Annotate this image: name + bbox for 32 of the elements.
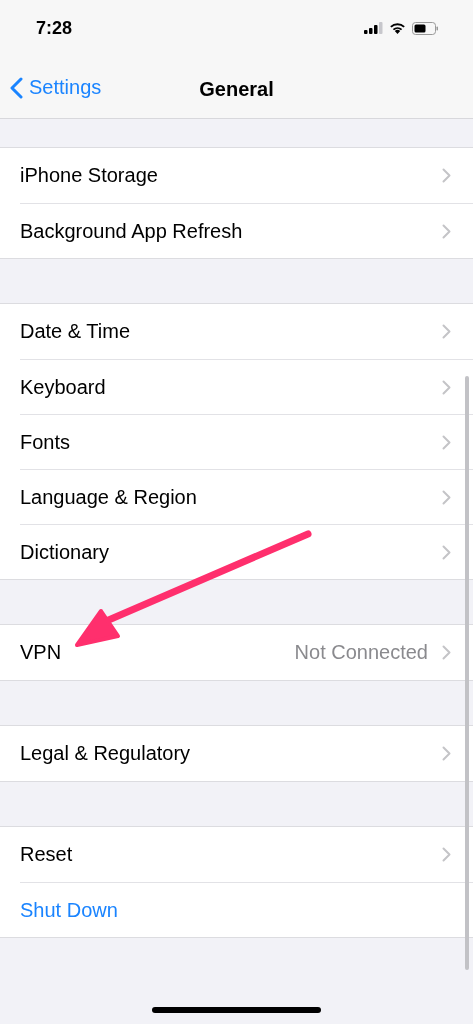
battery-icon [412,21,439,35]
page-title: General [199,78,274,100]
chevron-icon [442,645,451,660]
settings-row[interactable]: Reset [20,827,473,882]
chevron-icon [442,489,451,505]
row-label: Date & Time [20,320,132,343]
settings-row[interactable]: Date & Time [20,304,473,359]
chevron-icon [442,434,451,450]
row-label: iPhone Storage [20,164,159,187]
row-label: Reset [20,843,74,866]
back-chevron-icon [10,76,23,99]
chevron-icon [442,324,451,339]
chevron-icon [442,379,451,395]
status-time: 7:28 [36,17,73,39]
chevron-icon [442,746,451,761]
settings-row[interactable]: Background App Refresh [20,203,473,258]
row-label: Fonts [20,430,72,454]
chevron-icon [442,223,451,239]
chevron-icon [442,168,451,183]
row-label: Language & Region [20,485,198,509]
row-label: Legal & Regulatory [20,742,192,765]
row-label: Keyboard [20,375,107,399]
signal-icon [364,22,383,34]
chevron-icon [442,544,451,560]
row-label: VPN [20,641,63,664]
wifi-icon [389,22,406,34]
row-label: Shut Down [20,898,119,922]
row-value: Not Connected [294,641,428,664]
settings-row[interactable]: iPhone Storage [20,148,473,203]
row-label: Background App Refresh [20,219,244,243]
row-label: Dictionary [20,540,110,564]
chevron-icon [442,847,451,862]
